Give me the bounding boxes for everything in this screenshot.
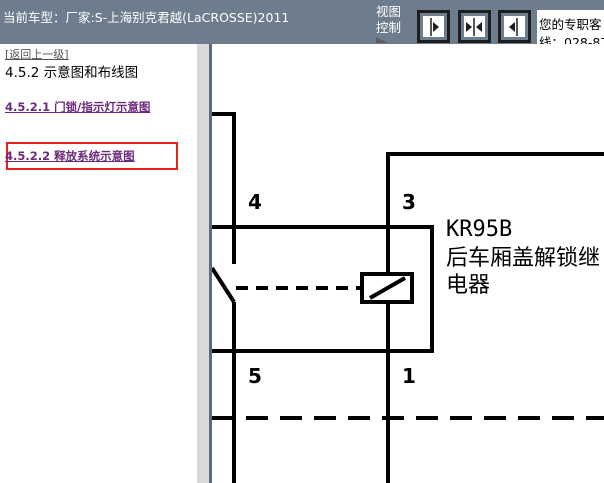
play-right-icon <box>430 18 439 36</box>
collapse-icon <box>466 18 482 36</box>
toc-panel: [返回上一级] 4.5.2 示意图和布线图 4.5.2.1 门锁/指示灯示意图 … <box>0 44 197 483</box>
relay-code: KR95B <box>446 217 513 242</box>
support-line-2: 线：028-87 <box>539 35 604 44</box>
view-prev-button[interactable] <box>498 10 531 43</box>
wiring-diagram: 4 3 5 1 KR95B 后车厢盖解锁继电器 <box>212 44 604 483</box>
relay-name: 后车厢盖解锁继电器 <box>446 246 601 298</box>
pin-label-3: 3 <box>402 190 416 214</box>
play-left-icon <box>509 18 518 36</box>
pin-label-5: 5 <box>248 364 262 388</box>
view-control-marker <box>376 37 388 43</box>
pin-label-1: 1 <box>402 364 416 388</box>
support-hotline: 您的专职客 线：028-87 <box>537 10 604 44</box>
title-bar: 当前车型：厂家:S-上海别克君越(LaCROSSE)2011 视图控制 您的专职… <box>0 0 604 44</box>
view-control-label: 视图控制 <box>376 4 402 35</box>
section-title: 4.5.2 示意图和布线图 <box>5 65 139 81</box>
toc-item-release-system[interactable]: 4.5.2.2 释放系统示意图 <box>5 149 165 164</box>
view-fit-button[interactable] <box>458 10 491 43</box>
toc-item-door-lock[interactable]: 4.5.2.1 门锁/指示灯示意图 <box>5 100 190 115</box>
panel-scrollbar[interactable] <box>197 44 209 483</box>
pin-label-4: 4 <box>248 190 262 214</box>
support-line-1: 您的专职客 <box>539 17 602 32</box>
back-link[interactable]: [返回上一级] <box>5 46 69 62</box>
current-model-label: 当前车型：厂家:S-上海别克君越(LaCROSSE)2011 <box>3 10 290 25</box>
view-next-button[interactable] <box>417 10 450 43</box>
